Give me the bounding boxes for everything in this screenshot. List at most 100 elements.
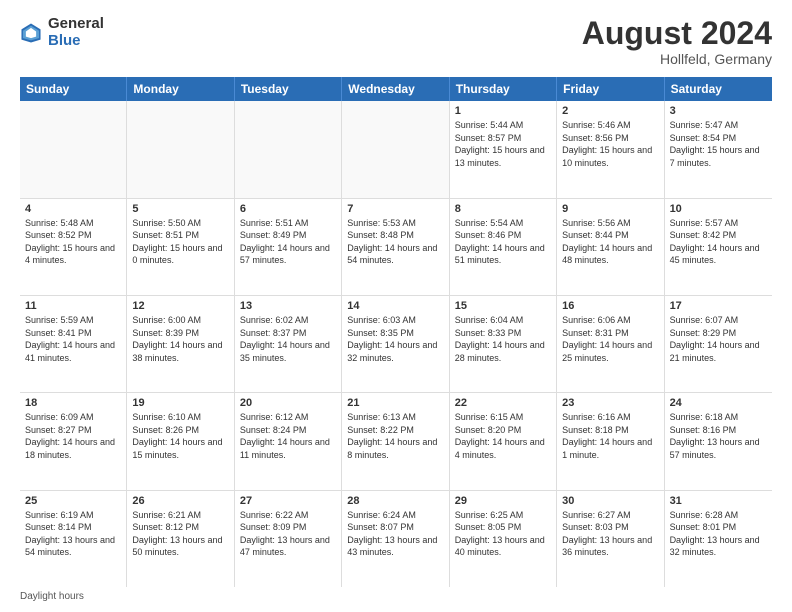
day-info: Sunrise: 6:07 AM Sunset: 8:29 PM Dayligh…: [670, 314, 767, 364]
calendar-cell: 4Sunrise: 5:48 AM Sunset: 8:52 PM Daylig…: [20, 199, 127, 295]
day-info: Sunrise: 5:44 AM Sunset: 8:57 PM Dayligh…: [455, 119, 551, 169]
day-info: Sunrise: 6:16 AM Sunset: 8:18 PM Dayligh…: [562, 411, 658, 461]
day-number: 9: [562, 203, 658, 215]
day-info: Sunrise: 5:46 AM Sunset: 8:56 PM Dayligh…: [562, 119, 658, 169]
day-number: 1: [455, 105, 551, 117]
day-number: 29: [455, 495, 551, 507]
day-info: Sunrise: 6:03 AM Sunset: 8:35 PM Dayligh…: [347, 314, 443, 364]
header: General Blue August 2024 Hollfeld, Germa…: [20, 16, 772, 67]
calendar-cell: 5 Sunrise: 5:50 AM Sunset: 8:51 PM Daylig…: [127, 199, 234, 295]
logo-blue-text: Blue: [48, 33, 104, 50]
calendar-header-cell: Saturday: [665, 77, 772, 101]
calendar-cell: 3 Sunrise: 5:47 AM Sunset: 8:54 PM Daylig…: [665, 101, 772, 197]
calendar-body: 1 Sunrise: 5:44 AM Sunset: 8:57 PM Daylig…: [20, 101, 772, 587]
day-number: 19: [132, 397, 228, 409]
calendar-cell: 26 Sunrise: 6:21 AM Sunset: 8:12 PM Dayli…: [127, 491, 234, 587]
calendar-week-row: 11Sunrise: 5:59 AM Sunset: 8:41 PM Dayli…: [20, 296, 772, 393]
day-info: Sunrise: 6:10 AM Sunset: 8:26 PM Dayligh…: [132, 411, 228, 461]
day-number: 16: [562, 300, 658, 312]
day-number: 6: [240, 203, 336, 215]
day-number: 3: [670, 105, 767, 117]
calendar-header-cell: Tuesday: [235, 77, 342, 101]
day-number: 31: [670, 495, 767, 507]
day-info: Sunrise: 5:47 AM Sunset: 8:54 PM Dayligh…: [670, 119, 767, 169]
calendar: SundayMondayTuesdayWednesdayThursdayFrid…: [20, 77, 772, 587]
calendar-cell: 29 Sunrise: 6:25 AM Sunset: 8:05 PM Dayli…: [450, 491, 557, 587]
logo-text: General Blue: [48, 16, 104, 49]
calendar-cell: 9 Sunrise: 5:56 AM Sunset: 8:44 PM Daylig…: [557, 199, 664, 295]
calendar-header-cell: Wednesday: [342, 77, 449, 101]
calendar-cell: 14 Sunrise: 6:03 AM Sunset: 8:35 PM Dayli…: [342, 296, 449, 392]
day-number: 24: [670, 397, 767, 409]
day-number: 22: [455, 397, 551, 409]
day-number: 14: [347, 300, 443, 312]
day-info: Sunrise: 5:54 AM Sunset: 8:46 PM Dayligh…: [455, 217, 551, 267]
calendar-cell: 23 Sunrise: 6:16 AM Sunset: 8:18 PM Dayli…: [557, 393, 664, 489]
day-info: Sunrise: 5:56 AM Sunset: 8:44 PM Dayligh…: [562, 217, 658, 267]
calendar-header-cell: Friday: [557, 77, 664, 101]
day-info: Sunrise: 6:28 AM Sunset: 8:01 PM Dayligh…: [670, 509, 767, 559]
calendar-header-cell: Monday: [127, 77, 234, 101]
calendar-cell: 15 Sunrise: 6:04 AM Sunset: 8:33 PM Dayli…: [450, 296, 557, 392]
page: General Blue August 2024 Hollfeld, Germa…: [0, 0, 792, 612]
day-info: Sunrise: 6:13 AM Sunset: 8:22 PM Dayligh…: [347, 411, 443, 461]
day-number: 4: [25, 203, 121, 215]
logo: General Blue: [20, 16, 104, 49]
day-info: Sunrise: 6:27 AM Sunset: 8:03 PM Dayligh…: [562, 509, 658, 559]
day-info: Sunrise: 6:06 AM Sunset: 8:31 PM Dayligh…: [562, 314, 658, 364]
day-number: 15: [455, 300, 551, 312]
month-title: August 2024: [582, 16, 772, 51]
calendar-cell: 10 Sunrise: 5:57 AM Sunset: 8:42 PM Dayli…: [665, 199, 772, 295]
day-info: Sunrise: 5:57 AM Sunset: 8:42 PM Dayligh…: [670, 217, 767, 267]
day-info: Sunrise: 6:09 AM Sunset: 8:27 PM Dayligh…: [25, 411, 121, 461]
calendar-cell: 25 Sunrise: 6:19 AM Sunset: 8:14 PM Dayli…: [20, 491, 127, 587]
day-number: 18: [25, 397, 121, 409]
day-info: Sunrise: 5:50 AM Sunset: 8:51 PM Dayligh…: [132, 217, 228, 267]
calendar-cell: 18 Sunrise: 6:09 AM Sunset: 8:27 PM Dayli…: [20, 393, 127, 489]
day-info: Sunrise: 6:12 AM Sunset: 8:24 PM Dayligh…: [240, 411, 336, 461]
day-info: Sunrise: 6:04 AM Sunset: 8:33 PM Dayligh…: [455, 314, 551, 364]
calendar-cell: 6 Sunrise: 5:51 AM Sunset: 8:49 PM Daylig…: [235, 199, 342, 295]
day-number: 27: [240, 495, 336, 507]
calendar-cell: 1 Sunrise: 5:44 AM Sunset: 8:57 PM Daylig…: [450, 101, 557, 197]
calendar-cell: 19 Sunrise: 6:10 AM Sunset: 8:26 PM Dayli…: [127, 393, 234, 489]
calendar-cell: 12Sunrise: 6:00 AM Sunset: 8:39 PM Dayli…: [127, 296, 234, 392]
calendar-cell: 20 Sunrise: 6:12 AM Sunset: 8:24 PM Dayli…: [235, 393, 342, 489]
calendar-cell: [20, 101, 127, 197]
day-info: Sunrise: 6:15 AM Sunset: 8:20 PM Dayligh…: [455, 411, 551, 461]
day-number: 11: [25, 300, 121, 312]
calendar-cell: [127, 101, 234, 197]
calendar-header-cell: Thursday: [450, 77, 557, 101]
calendar-week-row: 25 Sunrise: 6:19 AM Sunset: 8:14 PM Dayli…: [20, 491, 772, 587]
day-info: Sunrise: 5:53 AM Sunset: 8:48 PM Dayligh…: [347, 217, 443, 267]
calendar-cell: 8Sunrise: 5:54 AM Sunset: 8:46 PM Daylig…: [450, 199, 557, 295]
calendar-cell: 22 Sunrise: 6:15 AM Sunset: 8:20 PM Dayli…: [450, 393, 557, 489]
day-number: 5: [132, 203, 228, 215]
day-info: Sunrise: 6:21 AM Sunset: 8:12 PM Dayligh…: [132, 509, 228, 559]
calendar-cell: 30Sunrise: 6:27 AM Sunset: 8:03 PM Dayli…: [557, 491, 664, 587]
day-info: Sunrise: 6:25 AM Sunset: 8:05 PM Dayligh…: [455, 509, 551, 559]
calendar-cell: [235, 101, 342, 197]
day-number: 10: [670, 203, 767, 215]
calendar-cell: 24Sunrise: 6:18 AM Sunset: 8:16 PM Dayli…: [665, 393, 772, 489]
calendar-week-row: 4Sunrise: 5:48 AM Sunset: 8:52 PM Daylig…: [20, 199, 772, 296]
day-number: 25: [25, 495, 121, 507]
calendar-week-row: 18 Sunrise: 6:09 AM Sunset: 8:27 PM Dayli…: [20, 393, 772, 490]
calendar-cell: 27Sunrise: 6:22 AM Sunset: 8:09 PM Dayli…: [235, 491, 342, 587]
calendar-cell: 28Sunrise: 6:24 AM Sunset: 8:07 PM Dayli…: [342, 491, 449, 587]
calendar-cell: [342, 101, 449, 197]
day-number: 20: [240, 397, 336, 409]
day-number: 7: [347, 203, 443, 215]
footer-note: Daylight hours: [20, 587, 772, 602]
calendar-cell: 17 Sunrise: 6:07 AM Sunset: 8:29 PM Dayli…: [665, 296, 772, 392]
day-number: 13: [240, 300, 336, 312]
calendar-cell: 11Sunrise: 5:59 AM Sunset: 8:41 PM Dayli…: [20, 296, 127, 392]
day-number: 17: [670, 300, 767, 312]
title-block: August 2024 Hollfeld, Germany: [582, 16, 772, 67]
day-number: 23: [562, 397, 658, 409]
calendar-cell: 13Sunrise: 6:02 AM Sunset: 8:37 PM Dayli…: [235, 296, 342, 392]
day-number: 26: [132, 495, 228, 507]
logo-icon: [20, 22, 42, 44]
day-info: Sunrise: 5:51 AM Sunset: 8:49 PM Dayligh…: [240, 217, 336, 267]
day-info: Sunrise: 6:19 AM Sunset: 8:14 PM Dayligh…: [25, 509, 121, 559]
